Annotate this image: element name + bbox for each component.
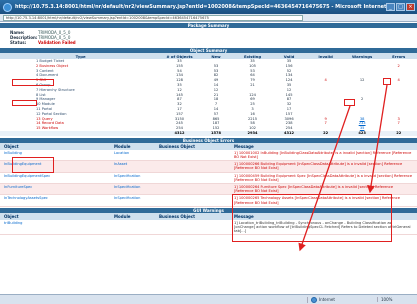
zoom-level[interactable]: 100% [377, 297, 417, 302]
address-bar: http://10.75.3.14:8001/html/nr/default/n… [0, 14, 417, 22]
arrow-warnings-to-gui-warnings [298, 105, 351, 252]
address-input[interactable]: http://10.75.3.14:8001/html/nr/default/n… [3, 14, 303, 21]
status-bar: Internet 100% [0, 294, 417, 304]
window-controls: _ □ × [386, 3, 415, 11]
page-content: Package Summary Name: TRIMODA_0_5_0 Descr… [0, 22, 417, 294]
window-title: http://10.75.3.14:8001/html/nr/default/n… [15, 4, 386, 10]
maximize-button[interactable]: □ [396, 3, 405, 11]
annotation-arrows [298, 84, 388, 252]
security-zone: Internet [307, 296, 377, 303]
minimize-button[interactable]: _ [386, 3, 395, 11]
window-titlebar: http://10.75.3.14:8001/html/nr/default/n… [0, 0, 417, 14]
arrow-errors-to-messages [367, 84, 388, 194]
zone-label: Internet [319, 297, 335, 302]
globe-icon [311, 296, 317, 303]
internet-explorer-icon [3, 2, 12, 12]
close-button[interactable]: × [406, 3, 415, 11]
